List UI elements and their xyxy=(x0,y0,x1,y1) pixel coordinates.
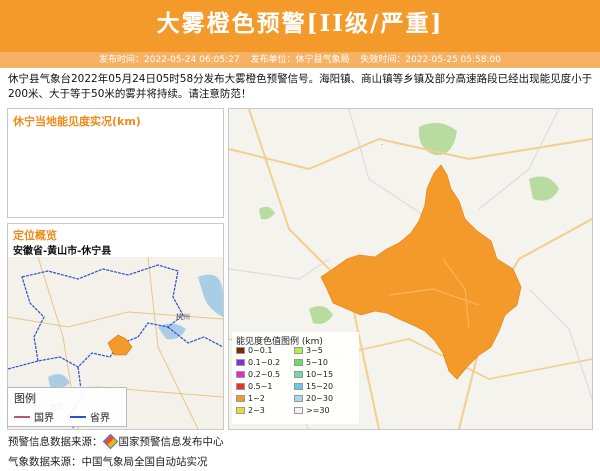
vis-legend-item: 0~0.1 xyxy=(236,346,273,355)
vis-legend-item: 1~2 xyxy=(236,394,265,403)
visibility-color-legend: 能见度色值图例 (km) 0~0.1 0.1~0.2 0.2~0.5 0.5~1… xyxy=(232,332,359,424)
visibility-panel-title: 休宁当地能见度实况(km) xyxy=(13,115,141,128)
vis-legend-item: >=30 xyxy=(294,406,330,415)
vis-legend-item: 3~5 xyxy=(294,346,323,355)
vis-legend-item: 0.2~0.5 xyxy=(236,370,280,379)
publish-time: 发布时间：2022-05-24 06:05:27 xyxy=(99,55,240,65)
province-border-swatch xyxy=(70,415,86,418)
vis-legend-item: 15~20 xyxy=(294,382,333,391)
warning-source-link[interactable]: 国家预警信息发布中心 xyxy=(119,434,224,449)
weather-source-line: 气象数据来源：中国气象局全国自动站实况 xyxy=(8,456,208,468)
vis-legend-item: 10~15 xyxy=(294,370,333,379)
vis-legend-item: 0.5~1 xyxy=(236,382,273,391)
vis-legend-item: 5~10 xyxy=(294,358,328,367)
warning-source-line: 预警信息数据来源： 国家预警信息发布中心 xyxy=(8,433,224,450)
legend-item-national-border: 国界 xyxy=(14,409,54,424)
national-border-swatch xyxy=(14,415,30,418)
legend-label: 国界 xyxy=(34,413,54,424)
location-panel-title: 定位概览 xyxy=(13,229,57,242)
warning-center-logo-icon xyxy=(102,433,118,450)
publisher: 发布单位：休宁县气象局 xyxy=(250,55,350,65)
location-path: 安徽省-黄山市-休宁县 xyxy=(13,246,112,257)
city-label-hangzhou: 杭州 xyxy=(176,312,190,321)
warning-meta-bar: 发布时间：2022-05-24 06:05:27 发布单位：休宁县气象局 失效时… xyxy=(0,52,600,68)
legend-item-province-border: 省界 xyxy=(70,409,110,424)
warning-title: 大雾橙色预警[II级/严重] xyxy=(156,10,444,37)
vis-legend-item: 2~3 xyxy=(236,406,265,415)
warning-description: 休宁县气象台2022年05月24日05时58分发布大雾橙色预警信号。海阳镇、商山… xyxy=(8,73,593,100)
vis-legend-item: 0.1~0.2 xyxy=(236,358,280,367)
svg-text:·: · xyxy=(381,141,383,149)
map-legend-title: 图例 xyxy=(14,392,36,405)
legend-label: 省界 xyxy=(90,413,110,424)
warning-source-label: 预警信息数据来源： xyxy=(8,436,103,448)
warning-header: 大雾橙色预警[II级/严重] xyxy=(0,0,600,52)
expire-time: 失效时间：2022-05-25 05:58:00 xyxy=(360,55,501,65)
visibility-panel: 休宁当地能见度实况(km) xyxy=(7,108,224,218)
map-legend: 图例 国界 省界 xyxy=(7,387,127,427)
vis-legend-item: 20~30 xyxy=(294,394,333,403)
